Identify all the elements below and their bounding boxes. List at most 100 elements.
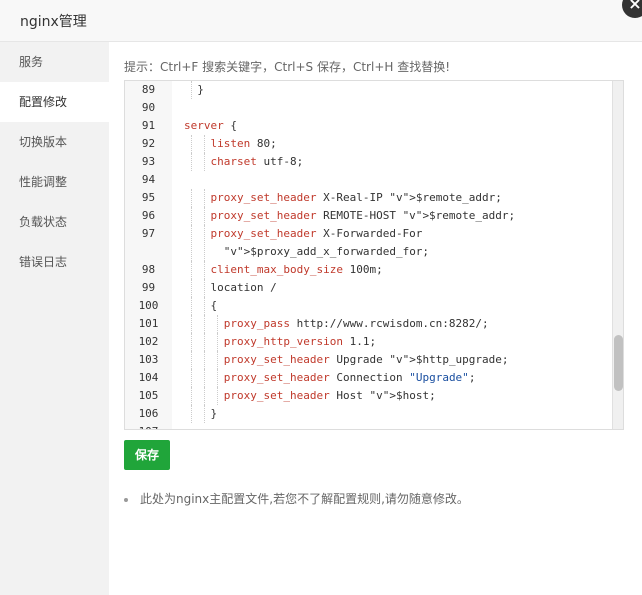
indent-guide — [203, 225, 205, 261]
code-line: 90 — [125, 99, 623, 117]
indent-guide — [217, 351, 218, 369]
line-number: 107 — [125, 423, 172, 429]
indent-guide — [190, 315, 192, 333]
close-icon[interactable]: × — [622, 0, 642, 18]
code-line: 104 proxy_set_header Connection "Upgrade… — [125, 369, 623, 387]
sidebar-item-error-log[interactable]: 错误日志 — [0, 242, 109, 282]
code-lines[interactable]: 89 } 90 91 server {92 listen 80; 93 charset … — [125, 81, 623, 429]
code-line: 91 server { — [125, 117, 623, 135]
code-line: 95 proxy_set_header X-Real-IP "v">$remot… — [125, 189, 623, 207]
main-panel: 提示：Ctrl+F 搜索关键字，Ctrl+S 保存，Ctrl+H 查找替换! 8… — [109, 42, 642, 595]
sidebar-item-switch-version[interactable]: 切换版本 — [0, 122, 109, 162]
sidebar-item-performance[interactable]: 性能调整 — [0, 162, 109, 202]
indent-guide — [203, 261, 205, 279]
sidebar-item-load-status[interactable]: 负载状态 — [0, 202, 109, 242]
indent-guide — [217, 387, 218, 405]
code-text: proxy_set_header Upgrade "v">$http_upgra… — [172, 351, 623, 369]
indent-guide — [190, 405, 192, 423]
code-text: proxy_set_header X-Real-IP "v">$remote_a… — [172, 189, 623, 207]
code-text: proxy_set_header REMOTE-HOST "v">$remote… — [172, 207, 623, 225]
save-button[interactable]: 保存 — [124, 440, 170, 470]
bullet-icon — [124, 497, 128, 502]
code-line: 98 client_max_body_size 100m; — [125, 261, 623, 279]
code-line: 103 proxy_set_header Upgrade "v">$http_u… — [125, 351, 623, 369]
code-line: 102 proxy_http_version 1.1; — [125, 333, 623, 351]
indent-guide — [190, 387, 192, 405]
indent-guide — [190, 351, 192, 369]
line-number: 96 — [141, 209, 156, 222]
window-title: nginx管理 — [20, 14, 87, 30]
indent-guide — [203, 351, 205, 369]
code-text: } — [172, 81, 623, 99]
code-line: 89 } — [125, 81, 623, 99]
code-text: proxy_set_header Host "v">$host; — [172, 387, 623, 405]
line-number: 90 — [141, 101, 156, 114]
indent-guide — [203, 369, 205, 387]
line-number: 94 — [141, 173, 156, 186]
indent-guide — [203, 207, 205, 225]
code-text: proxy_set_header X-Forwarded-For "v">$pr… — [172, 225, 623, 261]
code-text: listen 80; — [172, 135, 623, 153]
line-number: 91 — [141, 119, 156, 132]
indent-guide — [190, 153, 192, 171]
code-text: } — [172, 405, 623, 423]
scrollbar-thumb[interactable] — [614, 335, 623, 391]
config-note: 此处为nginx主配置文件,若您不了解配置规则,请勿随意修改。 — [124, 490, 469, 507]
code-line: 93 charset utf-8; — [125, 153, 623, 171]
indent-guide — [203, 135, 205, 153]
code-text: proxy_http_version 1.1; — [172, 333, 623, 351]
line-number: 100 — [138, 299, 159, 312]
indent-guide — [217, 315, 218, 333]
code-editor[interactable]: 89 } 90 91 server {92 listen 80; 93 charset … — [124, 80, 624, 430]
line-number: 104 — [138, 371, 159, 384]
code-line: 97 proxy_set_header X-Forwarded-For "v">… — [125, 225, 623, 261]
code-line: 106 } — [125, 405, 623, 423]
indent-guide — [203, 297, 205, 315]
indent-guide — [217, 333, 218, 351]
indent-guide — [203, 387, 205, 405]
indent-guide — [203, 153, 205, 171]
indent-guide — [203, 189, 205, 207]
code-line: 101 proxy_pass http://www.rcwisdom.cn:82… — [125, 315, 623, 333]
line-number: 102 — [138, 335, 159, 348]
code-text: location / — [172, 279, 623, 297]
line-number: 97 — [141, 227, 156, 240]
code-line: 107 — [125, 423, 623, 429]
sidebar-item-service[interactable]: 服务 — [0, 42, 109, 82]
code-text: proxy_set_header Connection "Upgrade"; — [172, 369, 623, 387]
code-line: 94 — [125, 171, 623, 189]
code-text: client_max_body_size 100m; — [172, 261, 623, 279]
line-number: 89 — [141, 83, 156, 96]
indent-guide — [190, 225, 192, 261]
code-line: 96 proxy_set_header REMOTE-HOST "v">$rem… — [125, 207, 623, 225]
code-line: 99 location / — [125, 279, 623, 297]
line-number: 98 — [141, 263, 156, 276]
code-text: charset utf-8; — [172, 153, 623, 171]
line-number: 101 — [138, 317, 159, 330]
indent-guide — [190, 81, 192, 99]
line-number: 95 — [141, 191, 156, 204]
indent-guide — [190, 207, 192, 225]
code-text: { — [172, 297, 623, 315]
indent-guide — [190, 261, 192, 279]
indent-guide — [190, 189, 192, 207]
editor-scrollbar[interactable] — [612, 81, 623, 429]
indent-guide — [203, 279, 205, 297]
code-text: server { — [184, 119, 237, 132]
code-line: 100 { — [125, 297, 623, 315]
code-line: 92 listen 80; — [125, 135, 623, 153]
indent-guide — [203, 333, 205, 351]
indent-guide — [203, 315, 205, 333]
line-number: 106 — [138, 407, 159, 420]
config-note-text: 此处为nginx主配置文件,若您不了解配置规则,请勿随意修改。 — [140, 492, 469, 506]
line-number: 93 — [141, 155, 156, 168]
indent-guide — [190, 333, 192, 351]
line-number: 105 — [138, 389, 159, 402]
indent-guide — [190, 297, 192, 315]
code-line: 105 proxy_set_header Host "v">$host; — [125, 387, 623, 405]
sidebar-item-config[interactable]: 配置修改 — [0, 82, 109, 122]
line-number: 92 — [141, 137, 156, 150]
